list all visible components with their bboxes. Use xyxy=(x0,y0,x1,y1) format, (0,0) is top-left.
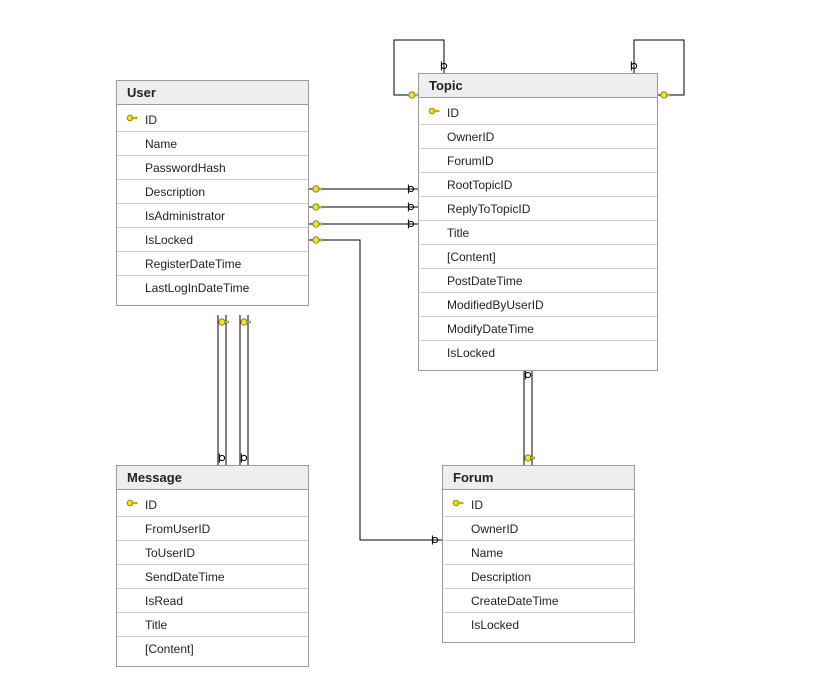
column-name: ReplyToTopicID xyxy=(443,202,647,216)
column-name: IsLocked xyxy=(141,233,298,247)
column-name: PasswordHash xyxy=(141,161,298,175)
column-name: Description xyxy=(467,570,624,584)
rel-topic-forum xyxy=(524,368,535,465)
entity-forum-columns: ID OwnerID Name Description CreateDateTi… xyxy=(443,490,634,642)
column-row[interactable]: ReplyToTopicID xyxy=(419,197,657,221)
column-row[interactable]: CreateDateTime xyxy=(443,589,634,613)
entity-topic-columns: ID OwnerID ForumID RootTopicID ReplyToTo… xyxy=(419,98,657,370)
column-name: ModifyDateTime xyxy=(443,322,647,336)
column-name: IsLocked xyxy=(443,346,647,360)
column-name: ModifiedByUserID xyxy=(443,298,647,312)
column-name: Name xyxy=(141,137,298,151)
entity-forum[interactable]: Forum ID OwnerID Name Description Create… xyxy=(442,465,635,643)
column-row[interactable]: PasswordHash xyxy=(117,156,308,180)
entity-message-title: Message xyxy=(117,466,308,490)
column-name: IsRead xyxy=(141,594,298,608)
column-row[interactable]: [Content] xyxy=(419,245,657,269)
column-name: PostDateTime xyxy=(443,274,647,288)
column-name: Title xyxy=(141,618,298,632)
column-row[interactable]: ID xyxy=(443,493,634,517)
column-row[interactable]: OwnerID xyxy=(419,125,657,149)
column-row[interactable]: RegisterDateTime xyxy=(117,252,308,276)
column-row[interactable]: ToUserID xyxy=(117,541,308,565)
column-name: ID xyxy=(141,113,298,127)
entity-user-columns: ID Name PasswordHash Description IsAdmin… xyxy=(117,105,308,305)
column-row[interactable]: Title xyxy=(117,613,308,637)
column-name: IsLocked xyxy=(467,618,624,632)
column-row[interactable]: ModifyDateTime xyxy=(419,317,657,341)
entity-message-columns: ID FromUserID ToUserID SendDateTime IsRe… xyxy=(117,490,308,666)
column-row[interactable]: ModifiedByUserID xyxy=(419,293,657,317)
column-row[interactable]: Description xyxy=(117,180,308,204)
column-name: FromUserID xyxy=(141,522,298,536)
entity-message[interactable]: Message ID FromUserID ToUserID SendDateT… xyxy=(116,465,309,667)
column-name: SendDateTime xyxy=(141,570,298,584)
column-row[interactable]: IsLocked xyxy=(419,341,657,364)
entity-topic[interactable]: Topic ID OwnerID ForumID RootTopicID Rep… xyxy=(418,73,658,371)
column-name: [Content] xyxy=(141,642,298,656)
column-row[interactable]: ID xyxy=(117,108,308,132)
column-row[interactable]: Name xyxy=(117,132,308,156)
column-row[interactable]: IsLocked xyxy=(443,613,634,636)
column-name: LastLogInDateTime xyxy=(141,281,298,295)
column-row[interactable]: ForumID xyxy=(419,149,657,173)
entity-user[interactable]: User ID Name PasswordHash Description Is… xyxy=(116,80,309,306)
column-name: Title xyxy=(443,226,647,240)
column-row[interactable]: LastLogInDateTime xyxy=(117,276,308,299)
rel-user-message xyxy=(218,315,251,465)
pk-icon xyxy=(425,107,443,119)
column-name: RegisterDateTime xyxy=(141,257,298,271)
column-row[interactable]: ID xyxy=(419,101,657,125)
column-name: RootTopicID xyxy=(443,178,647,192)
column-name: ID xyxy=(443,106,647,120)
column-name: IsAdministrator xyxy=(141,209,298,223)
column-row[interactable]: FromUserID xyxy=(117,517,308,541)
column-row[interactable]: [Content] xyxy=(117,637,308,660)
column-row[interactable]: Name xyxy=(443,541,634,565)
column-name: ID xyxy=(467,498,624,512)
column-row[interactable]: IsRead xyxy=(117,589,308,613)
column-row[interactable]: IsLocked xyxy=(117,228,308,252)
pk-icon xyxy=(123,114,141,126)
column-name: ToUserID xyxy=(141,546,298,560)
column-row[interactable]: RootTopicID xyxy=(419,173,657,197)
column-row[interactable]: OwnerID xyxy=(443,517,634,541)
column-row[interactable]: ID xyxy=(117,493,308,517)
column-row[interactable]: IsAdministrator xyxy=(117,204,308,228)
pk-icon xyxy=(449,499,467,511)
rel-user-topic xyxy=(309,185,418,229)
column-row[interactable]: PostDateTime xyxy=(419,269,657,293)
entity-forum-title: Forum xyxy=(443,466,634,490)
column-name: CreateDateTime xyxy=(467,594,624,608)
column-name: ForumID xyxy=(443,154,647,168)
column-row[interactable]: Title xyxy=(419,221,657,245)
column-name: ID xyxy=(141,498,298,512)
column-name: OwnerID xyxy=(467,522,624,536)
column-row[interactable]: SendDateTime xyxy=(117,565,308,589)
column-name: Description xyxy=(141,185,298,199)
column-row[interactable]: Description xyxy=(443,565,634,589)
column-name: Name xyxy=(467,546,624,560)
column-name: OwnerID xyxy=(443,130,647,144)
entity-user-title: User xyxy=(117,81,308,105)
pk-icon xyxy=(123,499,141,511)
entity-topic-title: Topic xyxy=(419,74,657,98)
column-name: [Content] xyxy=(443,250,647,264)
